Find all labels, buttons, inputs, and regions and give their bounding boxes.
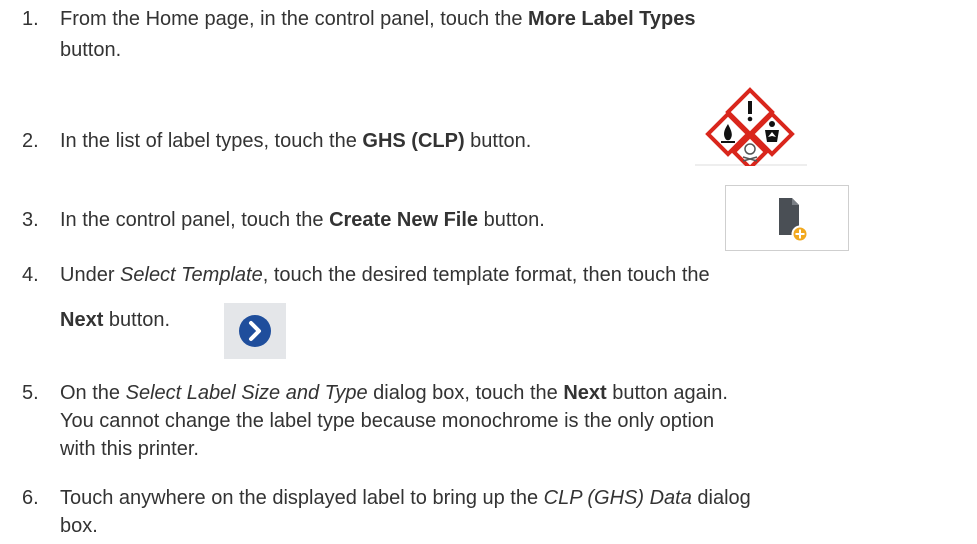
step-6: 6. Touch anywhere on the displayed label… — [0, 485, 977, 543]
step-number: 3. — [22, 209, 39, 231]
step-text-line: Under Select Template, touch the desired… — [60, 264, 710, 286]
dialog-term: Select Template — [120, 264, 263, 286]
step-text-line: button. — [60, 39, 122, 61]
step-text-line: Touch anywhere on the displayed label to… — [60, 487, 751, 509]
ui-term: Next — [60, 309, 104, 331]
step-2: 2. In the list of label types, touch the… — [0, 128, 977, 158]
step-text-line: In the list of label types, touch the GH… — [60, 130, 532, 152]
step-number: 6. — [22, 487, 39, 509]
next-arrow-icon — [224, 303, 286, 359]
step-text-line: with this printer. — [60, 438, 199, 460]
step-number: 4. — [22, 264, 39, 286]
step-text-line: You cannot change the label type because… — [60, 410, 715, 432]
step-number: 2. — [22, 130, 39, 152]
dialog-term: Select Label Size and Type — [125, 382, 368, 404]
step-number: 5. — [22, 382, 39, 404]
ui-term: Next — [563, 382, 607, 404]
step-5: 5. On the Select Label Size and Type dia… — [0, 380, 977, 470]
step-1: 1. From the Home page, in the control pa… — [0, 6, 977, 66]
step-text-line: Next button. — [60, 309, 171, 331]
step-text-line: box. — [60, 515, 98, 537]
step-text-line: In the control panel, touch the Create N… — [60, 209, 545, 231]
step-text-line: On the Select Label Size and Type dialog… — [60, 382, 728, 404]
step-4: 4. Under Select Template, touch the desi… — [0, 262, 977, 342]
ui-term: GHS (CLP) — [362, 130, 465, 152]
step-number: 1. — [22, 8, 39, 30]
new-file-icon — [725, 185, 849, 251]
ui-term: Create New File — [329, 209, 479, 231]
dialog-term: CLP (GHS) Data — [543, 487, 692, 509]
step-text-line: From the Home page, in the control panel… — [60, 8, 696, 30]
ghs-pictogram-icon — [695, 87, 807, 166]
ui-term: More Label Types — [528, 8, 696, 30]
